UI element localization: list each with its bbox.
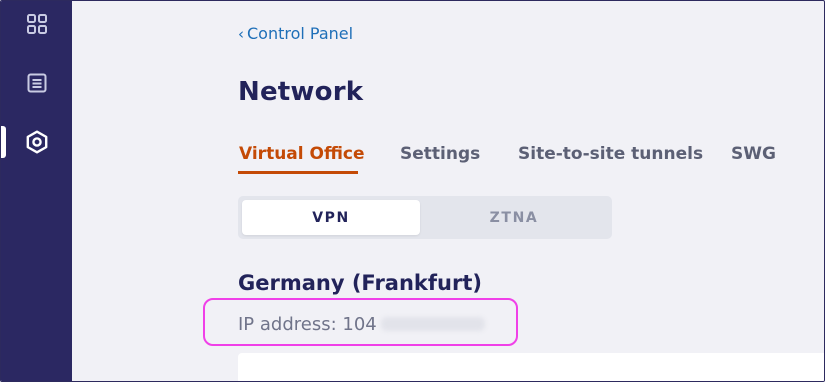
tab-settings[interactable]: Settings [400, 144, 480, 164]
network-icon[interactable] [23, 128, 51, 156]
ip-address-line: IP address: 104 [238, 314, 485, 335]
chevron-left-icon: ‹ [238, 25, 244, 43]
app-window: ‹ Control Panel Network Virtual Office Se… [0, 0, 825, 382]
page-title: Network [238, 77, 364, 107]
back-link[interactable]: ‹ Control Panel [238, 24, 353, 43]
redacted-ip-value [380, 317, 485, 331]
tab-virtual-office[interactable]: Virtual Office [239, 144, 365, 164]
segment-ztna[interactable]: ZTNA [420, 200, 608, 235]
location-title: Germany (Frankfurt) [238, 271, 482, 295]
dashboard-icon[interactable] [23, 10, 51, 38]
tab-swg[interactable]: SWG [731, 144, 776, 164]
sidebar [1, 1, 72, 381]
tab-site-to-site-tunnels[interactable]: Site-to-site tunnels [518, 144, 703, 164]
segment-vpn[interactable]: VPN [242, 200, 420, 235]
active-indicator [1, 126, 6, 158]
content-card [238, 353, 824, 381]
active-tab-underline [238, 171, 358, 174]
main-content: ‹ Control Panel Network Virtual Office Se… [72, 1, 824, 381]
segmented-control: VPN ZTNA [238, 196, 612, 239]
back-link-label: Control Panel [247, 24, 354, 43]
ip-address-label: IP address: 104 [238, 314, 377, 335]
list-icon[interactable] [23, 69, 51, 97]
